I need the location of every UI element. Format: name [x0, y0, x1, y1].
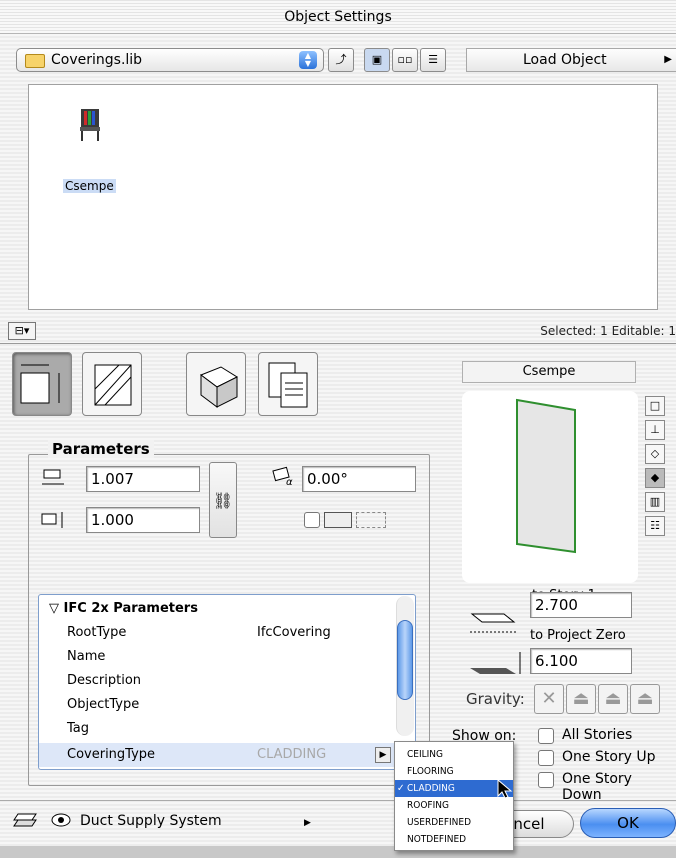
ifc-key: CoveringType — [67, 747, 156, 762]
gravity-bottom-icon[interactable]: ⏏ — [630, 684, 660, 714]
library-popup[interactable]: Coverings.lib ▲ ▼ — [16, 48, 324, 72]
ifc-header[interactable]: ▽ IFC 2x Parameters — [39, 597, 395, 621]
list-view-icon[interactable]: ☰ — [420, 48, 446, 72]
divider — [0, 800, 676, 801]
gravity-top-icon[interactable]: ⏏ — [566, 684, 596, 714]
large-icons-view-icon[interactable]: ▣ — [364, 48, 390, 72]
divider — [0, 343, 676, 344]
tab-floor-plan[interactable] — [82, 352, 142, 416]
window-bottom-edge — [0, 846, 676, 858]
dropdown-arrow-icon[interactable]: ▶ — [375, 747, 391, 763]
ifc-value: IfcCovering — [257, 625, 331, 640]
folder-icon — [25, 54, 45, 68]
menu-item-label: CLADDING — [407, 783, 455, 794]
checkmark-icon: ✓ — [397, 783, 405, 794]
one-story-down-checkbox[interactable] — [538, 772, 554, 788]
tab-parameters[interactable] — [12, 352, 72, 416]
mirror-checkbox[interactable] — [304, 512, 320, 528]
rotation-angle-icon: α — [272, 466, 293, 486]
ifc-header-label: IFC 2x Parameters — [63, 601, 198, 616]
angle-field[interactable]: 0.00° — [302, 466, 416, 492]
library-browser[interactable]: Csempe — [28, 84, 658, 310]
menu-item-notdefined[interactable]: NOTDEFINED — [395, 831, 513, 848]
all-stories-label: All Stories — [562, 727, 633, 743]
mirrored-icon — [356, 512, 386, 528]
menu-item-ceiling[interactable]: CEILING — [395, 746, 513, 763]
plan-view-icon[interactable]: □ — [645, 396, 665, 416]
hatch-icon — [94, 364, 132, 406]
elevation-view-icon[interactable]: ▥ — [645, 492, 665, 512]
ok-button[interactable]: OK — [580, 808, 676, 838]
calculator-document-icon — [268, 362, 308, 408]
no-gravity-icon[interactable]: ✕ — [534, 684, 564, 714]
one-story-up-label: One Story Up — [562, 749, 656, 765]
svg-text:α: α — [286, 477, 293, 486]
cube-icon — [199, 366, 239, 408]
side-view-icon[interactable]: ⊥ — [645, 420, 665, 440]
layers-icon — [13, 813, 37, 827]
preview-panel-shape — [516, 398, 576, 554]
table-row[interactable]: Description — [39, 669, 395, 693]
elevation-to-zero-icon — [470, 652, 521, 674]
parameters-title: Parameters — [48, 440, 154, 458]
view-menu-icon[interactable]: ⊟▾ — [8, 322, 36, 340]
one-story-up-checkbox[interactable] — [538, 750, 554, 766]
height-field[interactable]: 1.000 — [86, 507, 200, 533]
object-name-label: Csempe — [462, 361, 636, 383]
table-row[interactable]: CoveringType CLADDING ▶ — [39, 743, 395, 767]
ifc-key: RootType — [67, 625, 127, 640]
all-stories-checkbox[interactable] — [538, 728, 554, 744]
dimensions-icon — [20, 364, 60, 404]
ifc-parameters-list[interactable]: ▽ IFC 2x Parameters RootType IfcCovering… — [38, 594, 416, 770]
to-story-field[interactable]: 2.700 — [530, 592, 632, 618]
table-row[interactable]: RootType IfcCovering — [39, 621, 395, 645]
table-row[interactable]: Tag — [39, 717, 395, 741]
layer-popup-arrow-icon[interactable]: ▶ — [304, 818, 311, 828]
disclosure-triangle-icon[interactable]: ▽ — [49, 601, 59, 616]
mirror-icon — [324, 512, 352, 528]
axonometric-icon[interactable]: ◇ — [645, 444, 665, 464]
table-row[interactable]: Name — [39, 645, 395, 669]
width-icon — [42, 469, 64, 485]
tab-listing[interactable] — [258, 352, 318, 416]
to-project-zero-field[interactable]: 6.100 — [530, 648, 632, 674]
ifc-key: Tag — [67, 721, 90, 736]
chair-object-icon[interactable] — [77, 107, 103, 143]
list-settings-icon[interactable]: ☷ — [645, 516, 665, 536]
submenu-arrow-icon: ▶ — [664, 54, 672, 65]
selection-status: Selected: 1 Editable: 1 — [540, 324, 676, 338]
one-story-down-label: One Story Down — [562, 771, 632, 803]
to-project-zero-label: to Project Zero — [530, 628, 626, 643]
ifc-key: Name — [67, 649, 106, 664]
ifc-value: CLADDING — [257, 747, 327, 762]
tab-3d-model[interactable] — [186, 352, 246, 416]
height-icon — [41, 512, 63, 528]
gravity-label: Gravity: — [466, 690, 525, 708]
scrollbar-thumb[interactable] — [397, 620, 413, 700]
ifc-key: Description — [67, 673, 142, 688]
menu-item-userdefined[interactable]: USERDEFINED — [395, 814, 513, 831]
eye-icon[interactable] — [50, 811, 72, 829]
gravity-middle-icon[interactable]: ⏏ — [598, 684, 628, 714]
load-object-label: Load Object — [523, 52, 607, 68]
window-title: Object Settings — [0, 0, 676, 34]
small-icons-view-icon[interactable]: ▫▫ — [392, 48, 418, 72]
library-item-label[interactable]: Csempe — [63, 179, 116, 193]
chain-link-icon[interactable]: ⛓ — [209, 462, 237, 538]
elevation-to-story-icon — [470, 613, 518, 633]
popup-arrows-icon: ▲ ▼ — [299, 51, 317, 69]
load-object-button[interactable]: Load Object ▶ — [466, 48, 676, 72]
library-name: Coverings.lib — [51, 52, 143, 68]
mouse-cursor-icon — [497, 778, 513, 799]
shaded-view-icon[interactable]: ◆ — [645, 468, 665, 488]
table-row[interactable]: ObjectType — [39, 693, 395, 717]
layer-popup[interactable]: Duct Supply System — [80, 813, 222, 829]
width-field[interactable]: 1.007 — [86, 466, 200, 492]
parent-folder-icon[interactable]: ⤴ — [328, 48, 354, 72]
ifc-key: ObjectType — [67, 697, 140, 712]
